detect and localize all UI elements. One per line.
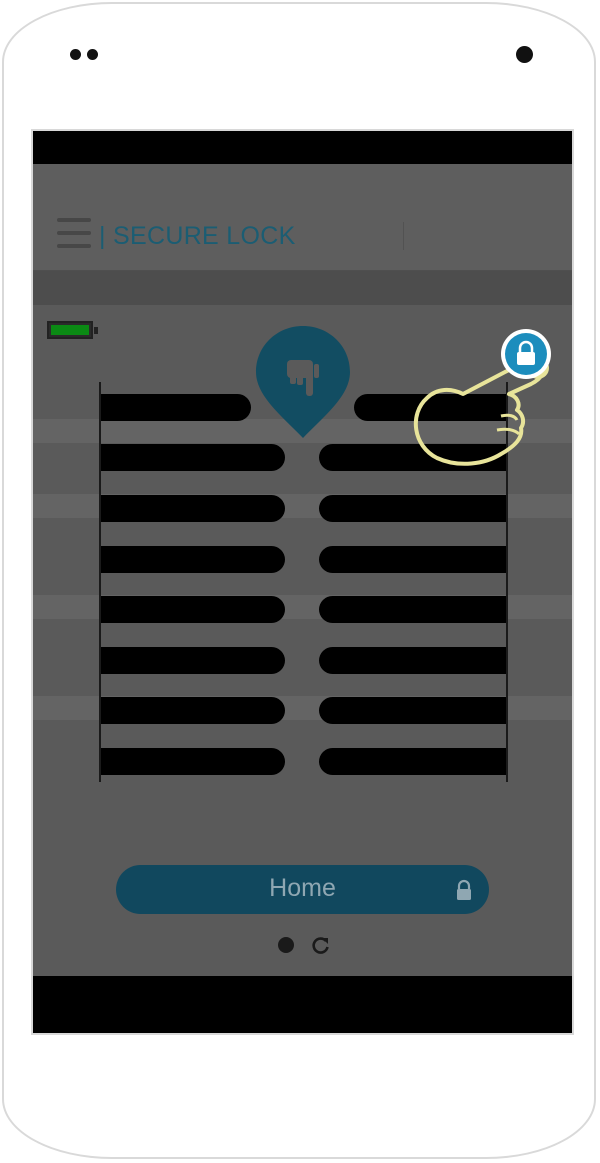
padlock-icon bbox=[457, 879, 471, 900]
lock-bar-right-8[interactable] bbox=[319, 748, 506, 775]
lock-bar-left-1[interactable] bbox=[101, 394, 251, 421]
lock-bar-right-5[interactable] bbox=[319, 596, 506, 623]
phone-screen: | SECURE LOCK Home bbox=[31, 129, 574, 1035]
lock-bar-left-8[interactable] bbox=[101, 748, 285, 775]
header-divider bbox=[403, 222, 404, 250]
lock-bar-left-7[interactable] bbox=[101, 697, 285, 724]
sub-header-bar bbox=[33, 271, 572, 305]
lock-bar-left-6[interactable] bbox=[101, 647, 285, 674]
lock-bar-left-5[interactable] bbox=[101, 596, 285, 623]
lock-bar-right-3[interactable] bbox=[319, 495, 506, 522]
speaker-dot-left bbox=[70, 49, 81, 60]
padlock-icon[interactable] bbox=[501, 329, 551, 379]
refresh-icon[interactable] bbox=[311, 935, 331, 955]
page-dot-icon[interactable] bbox=[278, 937, 294, 953]
lock-bar-right-6[interactable] bbox=[319, 647, 506, 674]
lock-bar-left-3[interactable] bbox=[101, 495, 285, 522]
hamburger-menu-icon[interactable] bbox=[57, 218, 91, 248]
secure-lock-app: | SECURE LOCK Home bbox=[33, 164, 572, 976]
lock-bar-right-7[interactable] bbox=[319, 697, 506, 724]
front-camera bbox=[516, 46, 533, 63]
app-title: | SECURE LOCK bbox=[99, 222, 296, 250]
pointing-hand-icon[interactable] bbox=[254, 324, 352, 440]
app-header: | SECURE LOCK bbox=[33, 164, 572, 271]
lock-bar-left-2[interactable] bbox=[101, 444, 285, 471]
home-button-label: Home bbox=[269, 874, 336, 902]
battery-icon bbox=[47, 321, 98, 339]
speaker-dot-right bbox=[87, 49, 98, 60]
home-button[interactable]: Home bbox=[116, 865, 489, 914]
lock-bar-right-4[interactable] bbox=[319, 546, 506, 573]
lock-bar-left-4[interactable] bbox=[101, 546, 285, 573]
